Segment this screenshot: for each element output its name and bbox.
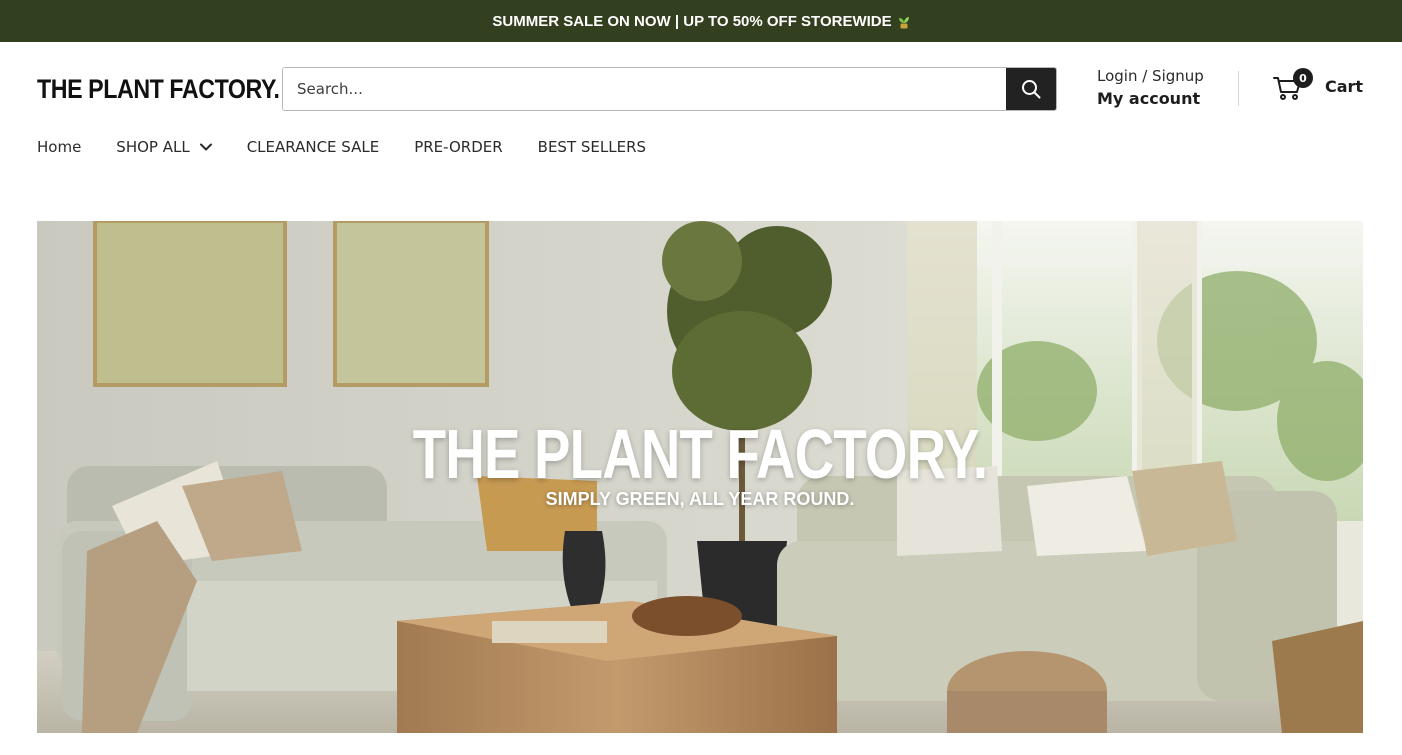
hero-subtitle: SIMPLY GREEN, ALL YEAR ROUND. [545, 489, 855, 509]
search-icon [1022, 80, 1041, 99]
sprout-icon [898, 17, 909, 29]
nav-item-home[interactable]: Home [37, 136, 81, 158]
chevron-down-icon [199, 143, 212, 151]
announcement-text: SUMMER SALE ON NOW | UP TO 50% OFF STORE… [492, 12, 892, 30]
announcement-bar: SUMMER SALE ON NOW | UP TO 50% OFF STORE… [0, 0, 1402, 42]
search-bar [282, 67, 1057, 111]
site-logo[interactable]: THE PLANT FACTORY. [37, 72, 280, 106]
cart-count-badge: 0 [1293, 68, 1313, 88]
search-input[interactable] [283, 68, 1006, 110]
search-button[interactable] [1006, 68, 1056, 110]
hero-banner[interactable]: THE PLANT FACTORY. SIMPLY GREEN, ALL YEA… [37, 221, 1363, 733]
cart-button[interactable]: 0 Cart [1273, 68, 1364, 102]
nav-item-clearance-sale[interactable]: CLEARANCE SALE [247, 136, 379, 158]
cart-label: Cart [1325, 76, 1364, 96]
login-signup-link[interactable]: Login / Signup [1097, 65, 1204, 87]
hero-title: THE PLANT FACTORY. [412, 415, 988, 493]
my-account-link[interactable]: My account [1097, 87, 1204, 111]
nav-item-pre-order[interactable]: PRE-ORDER [414, 136, 502, 158]
nav-item-shop-all[interactable]: SHOP ALL [116, 136, 212, 158]
main-nav: Home SHOP ALL CLEARANCE SALE PRE-ORDER B… [37, 136, 681, 158]
nav-item-best-sellers[interactable]: BEST SELLERS [538, 136, 646, 158]
account-links: Login / Signup My account [1097, 65, 1204, 111]
header-divider [1238, 71, 1239, 106]
